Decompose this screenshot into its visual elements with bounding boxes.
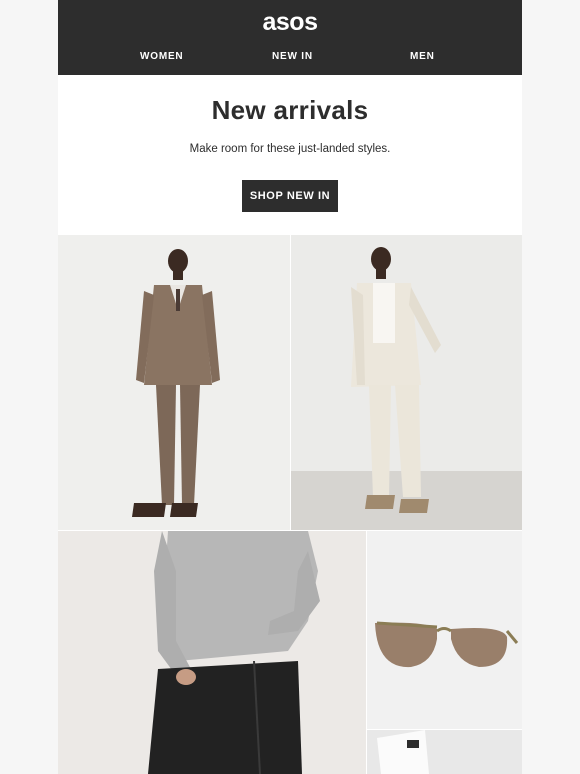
- hero-title: New arrivals: [211, 95, 369, 125]
- email-header: asos WOMEN NEW IN MEN: [58, 0, 522, 75]
- sock-illustration: [377, 730, 429, 774]
- product-image-brown-suit[interactable]: [58, 235, 290, 530]
- product-image-grey-knit[interactable]: [58, 531, 366, 774]
- hero-subtitle: Make room for these just-landed styles.: [189, 143, 391, 155]
- main-nav: WOMEN NEW IN MEN: [58, 51, 522, 65]
- nav-men-link[interactable]: MEN: [410, 51, 435, 62]
- nav-women-link[interactable]: WOMEN: [140, 51, 183, 62]
- email-body: asos WOMEN NEW IN MEN New arrivals Make …: [58, 0, 522, 774]
- asos-logo[interactable]: asos: [58, 8, 522, 37]
- product-image-sock[interactable]: [367, 730, 522, 774]
- product-image-cream-suit[interactable]: [291, 235, 522, 530]
- sock-logo-icon: [407, 740, 419, 748]
- grey-knit-illustration: [148, 531, 320, 774]
- brown-suit-illustration: [132, 249, 220, 517]
- product-image-sunglasses[interactable]: [367, 531, 522, 729]
- sunglasses-illustration: [375, 621, 519, 668]
- shop-new-in-button[interactable]: SHOP NEW IN: [242, 180, 338, 212]
- nav-new-in-link[interactable]: NEW IN: [272, 51, 313, 62]
- cream-suit-illustration: [351, 247, 441, 513]
